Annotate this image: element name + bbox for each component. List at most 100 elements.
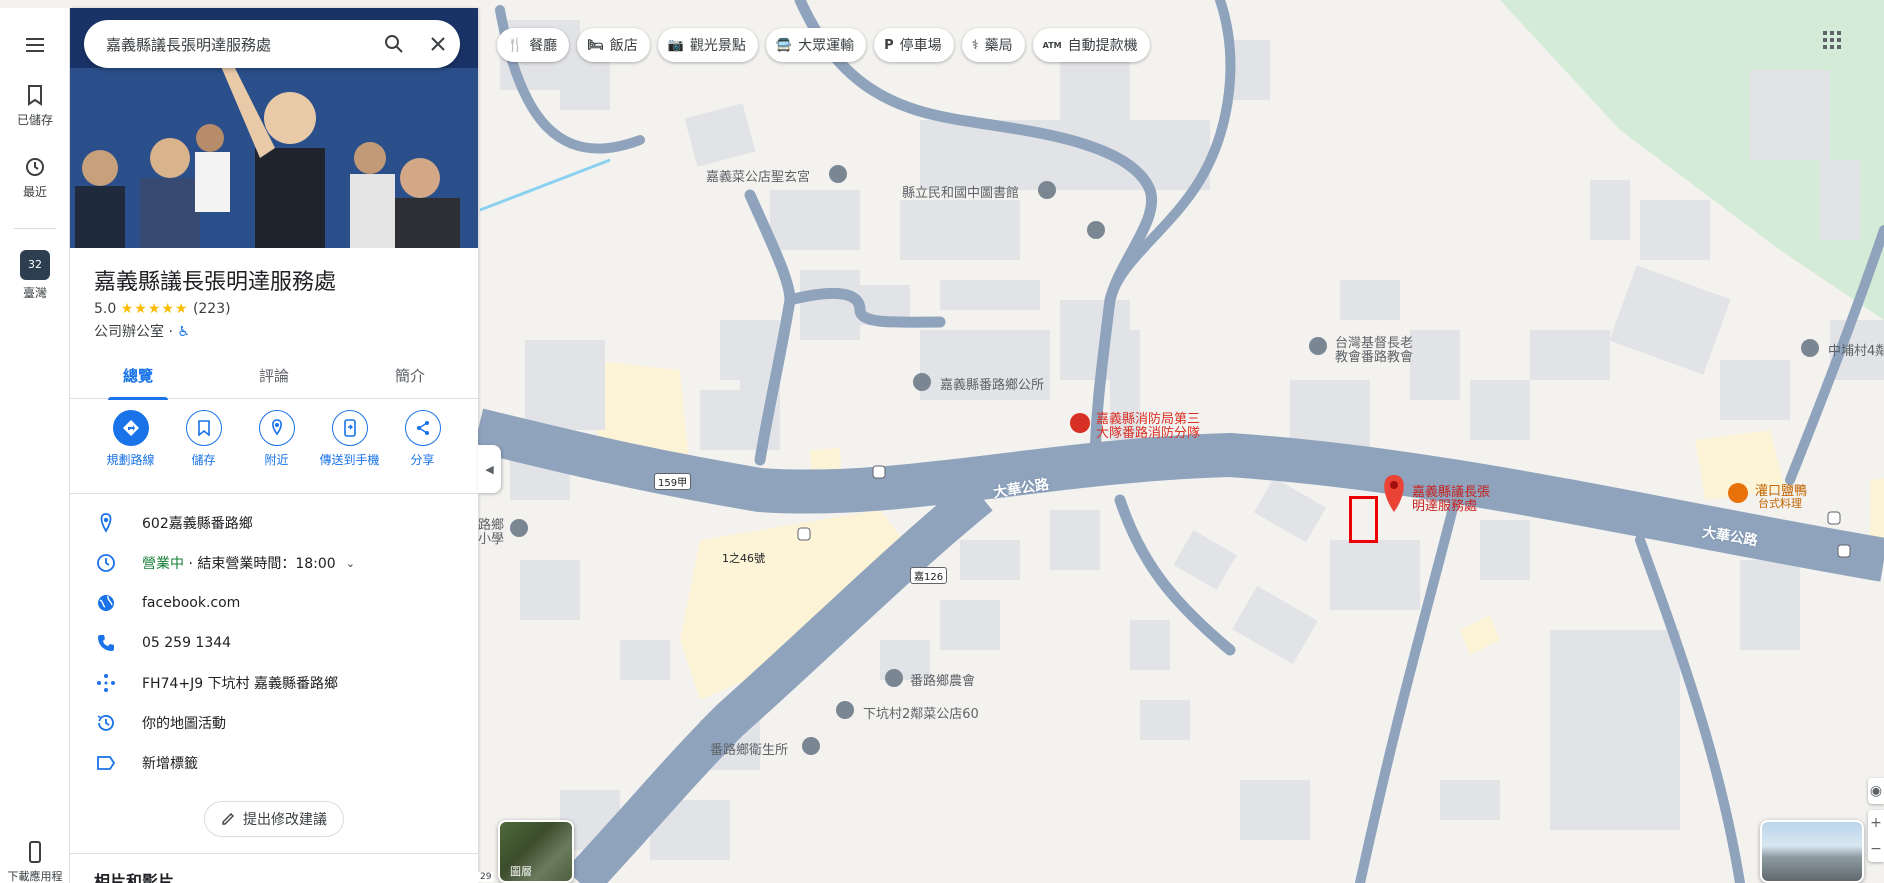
map-label-farmers: 番路鄉農會 [910, 674, 976, 689]
zoom-in-button[interactable]: + [1868, 810, 1884, 836]
chip-parking[interactable]: P 停車場 [874, 28, 954, 62]
map-label-address: 1之46號 [722, 552, 765, 565]
nearby-icon [258, 410, 295, 446]
school-icon [1087, 221, 1105, 239]
send-to-phone-button[interactable]: 傳送到手機 [313, 410, 386, 468]
map-label-township-office: 嘉義縣番路鄉公所 [940, 378, 1045, 393]
rating-value: 5.0 [94, 301, 117, 317]
nearby-label: 附近 [264, 453, 289, 467]
globe-icon [94, 591, 118, 615]
highlight-box [1349, 496, 1378, 543]
phone-row[interactable]: 05 259 1344 [70, 623, 478, 663]
parking-icon: P [884, 37, 894, 53]
church-icon [1309, 337, 1327, 355]
transit-icon: 🚍 [775, 37, 793, 53]
visibility-icon[interactable]: ◉ [1868, 778, 1884, 804]
search-input[interactable]: 嘉義縣議長張明達服務處 [106, 34, 372, 55]
address-row[interactable]: 602嘉義縣番路鄉 [70, 503, 478, 543]
chip-attractions[interactable]: 📷 觀光景點 [657, 28, 758, 62]
tab-about[interactable]: 簡介 [342, 353, 478, 399]
wheelchair-icon[interactable]: ♿ [177, 324, 190, 340]
website-row[interactable]: facebook.com [70, 583, 478, 623]
chevron-down-icon[interactable]: ⌄ [346, 557, 355, 570]
map-label-fire-station-line2: 大隊番路消防分隊 [1096, 426, 1201, 441]
collapse-panel-button[interactable]: ◀ [478, 445, 501, 493]
category-label: 公司辦公室 · [94, 324, 178, 340]
map-activity-text: 你的地圖活動 [142, 716, 226, 732]
review-count[interactable]: (223) [193, 301, 231, 317]
directions-button[interactable]: 規劃路線 [94, 410, 167, 468]
category-chips: 🍴 餐廳 🛏 飯店 📷 觀光景點 🚍 大眾運輸 P 停車場 ⚕ 藥局 ATM 自動提款機 [497, 28, 1150, 62]
clear-search-button[interactable] [416, 22, 460, 66]
layers-button[interactable]: 圖層 [498, 820, 574, 883]
save-label: 儲存 [191, 453, 216, 467]
hours-row[interactable]: 營業中 · 結束營業時間：18:00 ⌄ [70, 543, 478, 583]
chip-label: 自動提款機 [1067, 38, 1138, 54]
share-button[interactable]: 分享 [386, 410, 459, 468]
map-label-health: 番路鄉衛生所 [710, 743, 789, 758]
plus-code-row[interactable]: FH74+J9 下坑村 嘉義縣番路鄉 [70, 663, 478, 703]
chip-hotels[interactable]: 🛏 飯店 [577, 28, 650, 62]
website-text[interactable]: facebook.com [142, 595, 240, 611]
temple-icon [829, 165, 847, 183]
scale-indicator: 29 [478, 872, 494, 882]
plus-code-text: FH74+J9 下坑村 嘉義縣番路鄉 [142, 676, 339, 692]
tab-overview[interactable]: 總覽 [70, 353, 206, 400]
saved-button[interactable]: 已儲存 [0, 83, 70, 128]
chip-restaurants[interactable]: 🍴 餐廳 [497, 28, 570, 62]
search-box[interactable]: 嘉義縣議長張明達服務處 [84, 20, 460, 68]
stream [479, 158, 611, 212]
add-label-row[interactable]: 新增標籤 [70, 743, 478, 783]
pencil-icon [222, 813, 234, 825]
restaurant-icon [1728, 483, 1748, 503]
map-label-church-line2: 教會番路教會 [1335, 350, 1414, 365]
taiwan-button[interactable]: 32 臺灣 [0, 250, 70, 301]
download-app-button[interactable]: 下載應用程 [0, 840, 70, 883]
suggest-edit-button[interactable]: 提出修改建議 [204, 801, 344, 837]
history-icon [26, 158, 44, 176]
send-to-phone-label: 傳送到手機 [319, 453, 380, 467]
share-icon [404, 410, 441, 446]
place-panel: 嘉義縣議長張明達服務處 嘉義縣議長張明達服務處 5.0 ★★★★★ (223) … [70, 8, 478, 883]
apps-grid-icon[interactable] [1822, 30, 1842, 50]
tab-reviews[interactable]: 評論 [206, 353, 342, 399]
chip-label: 停車場 [899, 38, 942, 54]
chevron-left-icon: ◀ [485, 462, 494, 476]
chip-transit[interactable]: 🚍 大眾運輸 [765, 28, 867, 62]
left-rail: 已儲存 最近 32 臺灣 下載應用程 [0, 8, 70, 883]
place-pin-icon[interactable] [1384, 475, 1404, 512]
save-button[interactable]: 儲存 [167, 410, 240, 468]
bookmark-icon [185, 410, 222, 446]
yellow-zone [1870, 478, 1884, 540]
street-view-thumbnail[interactable] [1760, 820, 1864, 883]
recent-label: 最近 [22, 185, 47, 199]
chip-atm[interactable]: ATM 自動提款機 [1032, 28, 1150, 62]
zoom-controls[interactable]: + − [1868, 810, 1884, 862]
photos-heading: 相片和影片 [94, 872, 175, 883]
place-tabs: 總覽 評論 簡介 [70, 353, 478, 400]
nearby-button[interactable]: 附近 [240, 410, 313, 468]
place-rating[interactable]: 5.0 ★★★★★ (223) [94, 301, 231, 317]
library-icon [1038, 181, 1056, 199]
chip-label: 飯店 [609, 38, 638, 54]
rail-divider [14, 228, 56, 229]
plus-code-icon [94, 671, 118, 695]
share-label: 分享 [410, 453, 435, 467]
star-icons: ★★★★★ [120, 301, 189, 317]
bus-stop-icon [872, 465, 886, 479]
menu-button[interactable] [0, 33, 70, 61]
place-category: 公司辦公室 · ♿ [94, 321, 190, 341]
closing-time: · 結束營業時間：18:00 [184, 556, 336, 572]
recent-button[interactable]: 最近 [0, 155, 70, 200]
map-label-school-line2: 小學 [478, 532, 505, 547]
government-icon [913, 373, 931, 391]
open-status: 營業中 [142, 556, 184, 572]
clock-icon [94, 551, 118, 575]
zoom-out-button[interactable]: − [1868, 836, 1884, 862]
search-button[interactable] [372, 22, 416, 66]
atm-icon: ATM [1042, 40, 1062, 50]
suggest-edit-label: 提出修改建議 [243, 812, 327, 828]
restaurant-icon: 🍴 [507, 37, 524, 53]
chip-pharmacy[interactable]: ⚕ 藥局 [961, 28, 1025, 62]
map-activity-row[interactable]: 你的地圖活動 [70, 703, 478, 743]
